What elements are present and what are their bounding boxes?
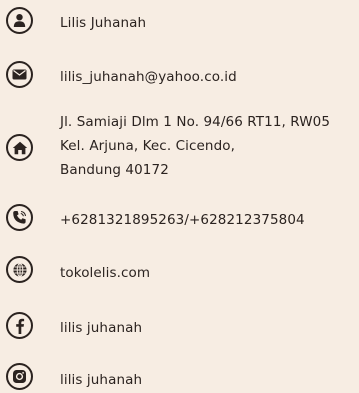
contact-facebook[interactable]: lilis juhanah [60,320,142,336]
contact-row-facebook: lilis juhanah [0,312,359,342]
address-line-1: Jl. Samiaji Dlm 1 No. 94/66 RT11, RW05 [60,114,331,130]
contact-row-website: tokolelis.com [0,256,359,286]
user-icon [6,7,33,34]
contact-row-name: Lilis Juhanah [0,6,359,36]
contact-row-email: lilis_juhanah@yahoo.co.id [0,60,359,90]
globe-icon[interactable] [6,256,33,283]
instagram-icon[interactable] [6,363,33,390]
contact-row-instagram: lilis juhanah [0,363,359,393]
contact-email[interactable]: lilis_juhanah@yahoo.co.id [60,69,237,85]
address-line-3: Bandung 40172 [60,162,169,178]
contact-address: Jl. Samiaji Dlm 1 No. 94/66 RT11, RW05 K… [60,110,330,182]
address-line-2: Kel. Arjuna, Kec. Cicendo, [60,138,235,154]
home-icon [6,134,33,161]
contact-website[interactable]: tokolelis.com [60,265,150,281]
contact-name: Lilis Juhanah [60,15,147,31]
contact-phone[interactable]: +6281321895263/+628212375804 [60,212,305,228]
email-icon[interactable] [6,61,33,88]
contact-instagram[interactable]: lilis juhanah [60,372,142,388]
facebook-icon[interactable] [6,312,33,339]
contact-row-address: Jl. Samiaji Dlm 1 No. 94/66 RT11, RW05 K… [0,110,359,190]
phone-icon[interactable] [6,204,33,231]
contact-row-phone: +6281321895263/+628212375804 [0,204,359,234]
